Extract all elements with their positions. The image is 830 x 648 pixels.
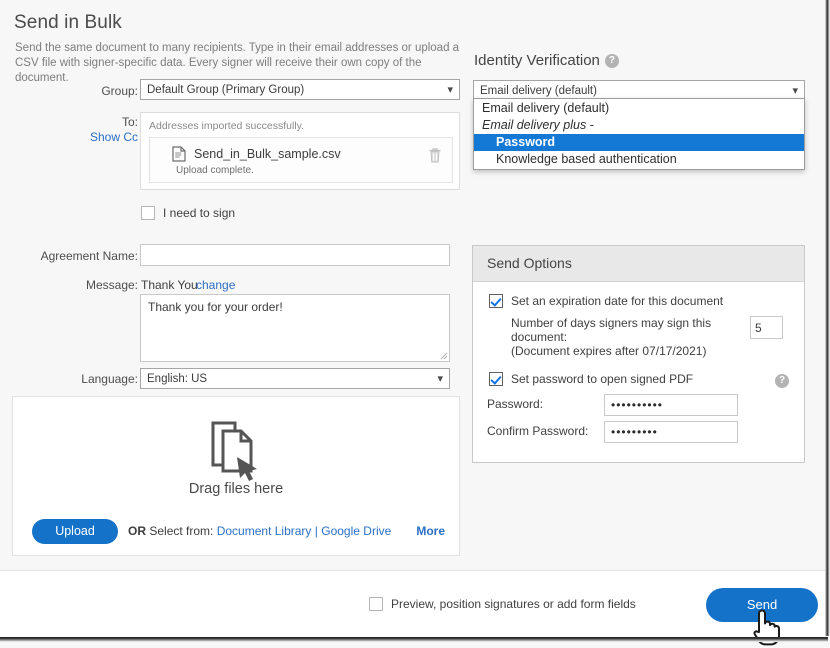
i-need-to-sign-label: I need to sign [163,206,235,220]
upload-button[interactable]: Upload [32,519,118,544]
page-body: Send in Bulk Send the same document to m… [0,0,825,636]
expiration-days-description: Number of days signers may sign this doc… [511,316,741,358]
resize-handle-icon[interactable] [438,350,448,360]
show-cc-link[interactable]: Show Cc [40,130,138,144]
more-link[interactable]: More [416,524,445,538]
message-textarea[interactable]: Thank you for your order! [140,294,450,362]
file-document-icon [172,146,186,167]
message-textarea-value: Thank you for your order! [141,295,449,320]
window-right-edge [825,0,830,636]
password-field-label: Password: [487,397,543,411]
page-title: Send in Bulk [14,12,122,34]
uploaded-file-row[interactable]: Send_in_Bulk_sample.csv Upload complete. [149,137,453,183]
group-select[interactable]: Default Group (Primary Group) ▾ [140,79,460,100]
or-prefix: OR [128,524,146,538]
dropdown-option-knowledge-based-authentication[interactable]: Knowledge based authentication [474,151,804,168]
trash-icon[interactable] [428,147,442,169]
chevron-down-icon: ▾ [437,369,443,389]
language-select-value: English: US [147,373,207,385]
language-select[interactable]: English: US ▾ [140,368,450,389]
agreement-name-label: Agreement Name: [20,249,138,263]
dropdown-option-email-delivery-plus[interactable]: Email delivery plus - [474,117,804,134]
group-label: Group: [40,84,138,98]
group-select-value: Default Group (Primary Group) [147,84,304,96]
send-in-bulk-window: Send in Bulk Send the same document to m… [0,0,830,648]
select-from-text: Select from: [149,524,213,538]
dropdown-option-email-delivery-default[interactable]: Email delivery (default) [474,100,804,117]
expiration-days-line1: Number of days signers may sign this [511,316,741,330]
link-separator: | [315,524,318,538]
expiration-date-label: Set an expiration date for this document [511,294,723,308]
preview-position-checkbox[interactable] [369,597,383,611]
identity-verification-title: Identity Verification [474,52,600,69]
google-drive-link[interactable]: Google Drive [321,524,391,538]
message-template-name: Thank You [141,278,198,292]
password-input[interactable]: •••••••••• [604,394,738,416]
dropzone-caption: Drag files here [13,481,459,497]
identity-verification-heading: Identity Verification? [474,52,619,69]
send-options-title: Send Options [473,246,804,282]
set-password-help-wrapper: ? [775,372,789,390]
window-bottom-edge [0,637,828,642]
help-circle-icon[interactable]: ? [775,374,789,388]
footer-bar: Preview, position signatures or add form… [0,570,825,636]
help-circle-icon[interactable]: ? [605,54,619,68]
preview-position-label: Preview, position signatures or add form… [391,597,636,611]
drag-files-icon [209,421,267,481]
to-label: To: [40,115,138,129]
confirm-password-field-label: Confirm Password: [487,424,588,438]
set-password-checkbox[interactable] [489,372,503,386]
send-button[interactable]: Send [706,588,818,622]
expiration-date-checkbox[interactable] [489,294,503,308]
addresses-imported-note: Addresses imported successfully. [149,120,304,132]
confirm-password-input[interactable]: ••••••••• [604,421,738,443]
expiration-days-input[interactable] [750,316,783,339]
addresses-box: Addresses imported successfully. Send_in… [140,112,460,190]
expiration-days-line2: document: [511,330,741,344]
message-label: Message: [40,278,138,292]
message-change-link[interactable]: change [196,278,235,292]
or-select-from-text: OR Select from: Document Library | Googl… [128,524,391,538]
set-password-label: Set password to open signed PDF [511,372,693,386]
document-library-link[interactable]: Document Library [217,524,312,538]
file-dropzone[interactable]: Drag files here Upload OR Select from: D… [12,396,460,556]
expiration-days-line3: (Document expires after 07/17/2021) [511,344,741,358]
chevron-down-icon: ▾ [447,80,453,100]
agreement-name-input[interactable] [140,244,450,266]
identity-verification-dropdown-list[interactable]: Email delivery (default) Email delivery … [473,98,805,170]
identity-verification-selected-value: Email delivery (default) [480,85,597,97]
dropdown-option-password[interactable]: Password [474,134,804,151]
uploaded-file-name: Send_in_Bulk_sample.csv [194,147,341,161]
uploaded-file-status: Upload complete. [176,165,254,176]
i-need-to-sign-checkbox[interactable] [141,206,155,220]
language-label: Language: [40,372,138,386]
